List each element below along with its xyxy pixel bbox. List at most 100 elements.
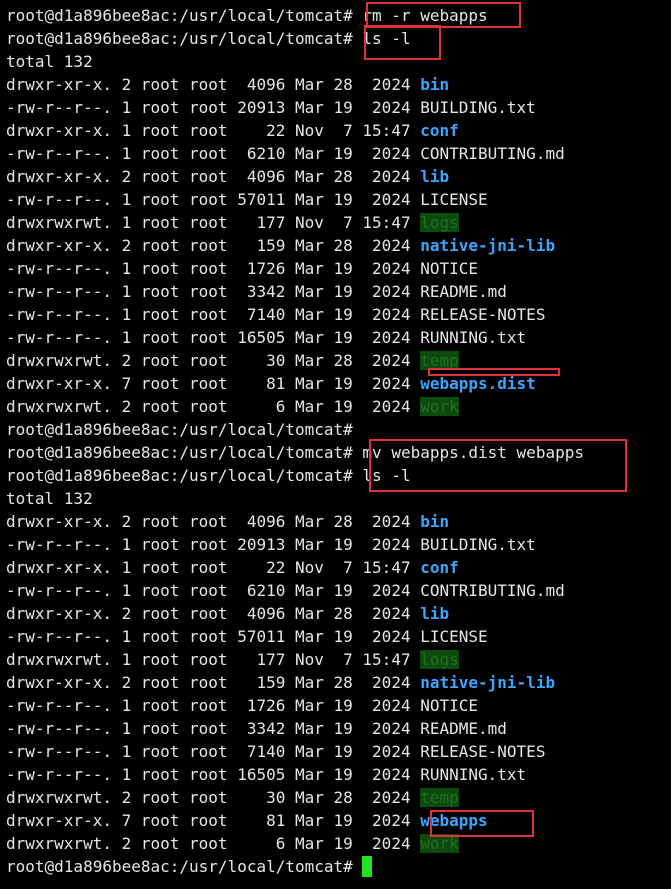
prompt-line: root@d1a896bee8ac:/usr/local/tomcat# ls … xyxy=(6,27,411,50)
file-meta: -rw-r--r--. 1 root root 3342 Mar 19 2024 xyxy=(6,719,421,738)
listing-row: drwxr-xr-x. 1 root root 22 Nov 7 15:47 c… xyxy=(6,119,459,142)
file-meta: drwxr-xr-x. 2 root root 4096 Mar 28 2024 xyxy=(6,604,421,623)
file-name: CONTRIBUTING.md xyxy=(420,581,565,600)
file-meta: drwxr-xr-x. 2 root root 4096 Mar 28 2024 xyxy=(6,512,421,531)
file-meta: -rw-r--r--. 1 root root 1726 Mar 19 2024 xyxy=(6,696,421,715)
file-name: bin xyxy=(420,75,450,94)
file-meta: drwxr-xr-x. 2 root root 159 Mar 28 2024 xyxy=(6,673,421,692)
file-name: logs xyxy=(420,650,459,669)
file-name: BUILDING.txt xyxy=(420,535,536,554)
listing-row: -rw-r--r--. 1 root root 7140 Mar 19 2024… xyxy=(6,303,545,326)
listing-row: drwxr-xr-x. 2 root root 4096 Mar 28 2024… xyxy=(6,165,449,188)
file-meta: drwxrwxrwt. 2 root root 30 Mar 28 2024 xyxy=(6,351,421,370)
file-meta: -rw-r--r--. 1 root root 7140 Mar 19 2024 xyxy=(6,742,421,761)
listing-row: drwxrwxrwt. 2 root root 6 Mar 19 2024 wo… xyxy=(6,832,459,855)
file-meta: drwxr-xr-x. 2 root root 159 Mar 28 2024 xyxy=(6,236,421,255)
file-meta: drwxr-xr-x. 2 root root 4096 Mar 28 2024 xyxy=(6,75,421,94)
file-name: logs xyxy=(420,213,459,232)
prompt-line[interactable]: root@d1a896bee8ac:/usr/local/tomcat# xyxy=(6,855,373,878)
listing-row: drwxr-xr-x. 7 root root 81 Mar 19 2024 w… xyxy=(6,809,488,832)
listing-row: -rw-r--r--. 1 root root 6210 Mar 19 2024… xyxy=(6,579,565,602)
shell-prompt: root@d1a896bee8ac:/usr/local/tomcat# xyxy=(6,857,353,876)
file-name: BUILDING.txt xyxy=(420,98,536,117)
file-name: NOTICE xyxy=(420,696,479,715)
listing-row: drwxr-xr-x. 2 root root 159 Mar 28 2024 … xyxy=(6,234,555,257)
listing-row: -rw-r--r--. 1 root root 16505 Mar 19 202… xyxy=(6,763,526,786)
prompt-line: root@d1a896bee8ac:/usr/local/tomcat# ls … xyxy=(6,464,411,487)
file-name: native-jni-lib xyxy=(420,236,556,255)
file-name: lib xyxy=(420,604,450,623)
file-meta: -rw-r--r--. 1 root root 7140 Mar 19 2024 xyxy=(6,305,421,324)
file-meta: drwxr-xr-x. 7 root root 81 Mar 19 2024 xyxy=(6,374,421,393)
listing-row: -rw-r--r--. 1 root root 20913 Mar 19 202… xyxy=(6,533,536,556)
file-name: RUNNING.txt xyxy=(420,328,527,347)
listing-row: drwxrwxrwt. 1 root root 177 Nov 7 15:47 … xyxy=(6,211,459,234)
listing-row: -rw-r--r--. 1 root root 3342 Mar 19 2024… xyxy=(6,717,507,740)
shell-prompt: root@d1a896bee8ac:/usr/local/tomcat# xyxy=(6,6,353,25)
listing-row: drwxr-xr-x. 2 root root 159 Mar 28 2024 … xyxy=(6,671,555,694)
shell-prompt: root@d1a896bee8ac:/usr/local/tomcat# xyxy=(6,443,353,462)
file-name: lib xyxy=(420,167,450,186)
file-meta: drwxr-xr-x. 2 root root 4096 Mar 28 2024 xyxy=(6,167,421,186)
file-meta: -rw-r--r--. 1 root root 3342 Mar 19 2024 xyxy=(6,282,421,301)
file-meta: -rw-r--r--. 1 root root 20913 Mar 19 202… xyxy=(6,98,421,117)
listing-row: drwxrwxrwt. 2 root root 6 Mar 19 2024 wo… xyxy=(6,395,459,418)
listing-row: drwxrwxrwt. 2 root root 30 Mar 28 2024 t… xyxy=(6,786,459,809)
shell-prompt: root@d1a896bee8ac:/usr/local/tomcat# xyxy=(6,466,353,485)
file-name: bin xyxy=(420,512,450,531)
prompt-line: root@d1a896bee8ac:/usr/local/tomcat# xyxy=(6,418,353,441)
listing-row: -rw-r--r--. 1 root root 16505 Mar 19 202… xyxy=(6,326,526,349)
file-meta: drwxr-xr-x. 1 root root 22 Nov 7 15:47 xyxy=(6,558,421,577)
file-meta: drwxrwxrwt. 2 root root 6 Mar 19 2024 xyxy=(6,397,421,416)
file-meta: drwxr-xr-x. 7 root root 81 Mar 19 2024 xyxy=(6,811,421,830)
file-meta: -rw-r--r--. 1 root root 6210 Mar 19 2024 xyxy=(6,581,421,600)
file-meta: -rw-r--r--. 1 root root 57011 Mar 19 202… xyxy=(6,627,421,646)
file-name: README.md xyxy=(420,282,507,301)
highlight-box xyxy=(364,25,441,60)
listing-row: -rw-r--r--. 1 root root 7140 Mar 19 2024… xyxy=(6,740,545,763)
highlight-box xyxy=(430,810,534,837)
file-name: native-jni-lib xyxy=(420,673,556,692)
file-name: CONTRIBUTING.md xyxy=(420,144,565,163)
file-meta: -rw-r--r--. 1 root root 57011 Mar 19 202… xyxy=(6,190,421,209)
listing-row: -rw-r--r--. 1 root root 57011 Mar 19 202… xyxy=(6,188,488,211)
terminal-window[interactable]: root@d1a896bee8ac:/usr/local/tomcat# rm … xyxy=(0,0,671,889)
shell-prompt: root@d1a896bee8ac:/usr/local/tomcat# xyxy=(6,29,353,48)
file-name: RELEASE-NOTES xyxy=(420,742,546,761)
file-name: README.md xyxy=(420,719,507,738)
highlight-box xyxy=(369,439,627,492)
file-name: webapps.dist xyxy=(420,374,536,393)
shell-prompt: root@d1a896bee8ac:/usr/local/tomcat# xyxy=(6,420,353,439)
listing-row: -rw-r--r--. 1 root root 20913 Mar 19 202… xyxy=(6,96,536,119)
total-line: total 132 xyxy=(6,52,93,71)
listing-row: drwxr-xr-x. 2 root root 4096 Mar 28 2024… xyxy=(6,510,449,533)
file-meta: -rw-r--r--. 1 root root 1726 Mar 19 2024 xyxy=(6,259,421,278)
file-meta: drwxr-xr-x. 1 root root 22 Nov 7 15:47 xyxy=(6,121,421,140)
listing-row: -rw-r--r--. 1 root root 57011 Mar 19 202… xyxy=(6,625,488,648)
total-line: total 132 xyxy=(6,489,93,508)
listing-row: drwxr-xr-x. 2 root root 4096 Mar 28 2024… xyxy=(6,73,449,96)
file-name: NOTICE xyxy=(420,259,479,278)
file-meta: -rw-r--r--. 1 root root 16505 Mar 19 202… xyxy=(6,765,421,784)
file-name: LICENSE xyxy=(420,627,488,646)
file-name: conf xyxy=(420,558,459,577)
file-meta: -rw-r--r--. 1 root root 6210 Mar 19 2024 xyxy=(6,144,421,163)
listing-row: drwxrwxrwt. 2 root root 30 Mar 28 2024 t… xyxy=(6,349,459,372)
listing-row: -rw-r--r--. 1 root root 1726 Mar 19 2024… xyxy=(6,257,478,280)
highlight-box xyxy=(428,368,560,376)
file-name: LICENSE xyxy=(420,190,488,209)
text-cursor xyxy=(362,856,373,877)
file-meta: drwxrwxrwt. 2 root root 6 Mar 19 2024 xyxy=(6,834,421,853)
listing-row: -rw-r--r--. 1 root root 1726 Mar 19 2024… xyxy=(6,694,478,717)
listing-row: drwxr-xr-x. 2 root root 4096 Mar 28 2024… xyxy=(6,602,449,625)
file-name: conf xyxy=(420,121,459,140)
file-meta: drwxrwxrwt. 1 root root 177 Nov 7 15:47 xyxy=(6,650,421,669)
file-name: temp xyxy=(420,788,459,807)
file-meta: drwxrwxrwt. 2 root root 30 Mar 28 2024 xyxy=(6,788,421,807)
listing-row: drwxr-xr-x. 1 root root 22 Nov 7 15:47 c… xyxy=(6,556,459,579)
file-meta: -rw-r--r--. 1 root root 16505 Mar 19 202… xyxy=(6,328,421,347)
listing-row: drwxrwxrwt. 1 root root 177 Nov 7 15:47 … xyxy=(6,648,459,671)
listing-row: -rw-r--r--. 1 root root 6210 Mar 19 2024… xyxy=(6,142,565,165)
file-name: RELEASE-NOTES xyxy=(420,305,546,324)
listing-row: -rw-r--r--. 1 root root 3342 Mar 19 2024… xyxy=(6,280,507,303)
